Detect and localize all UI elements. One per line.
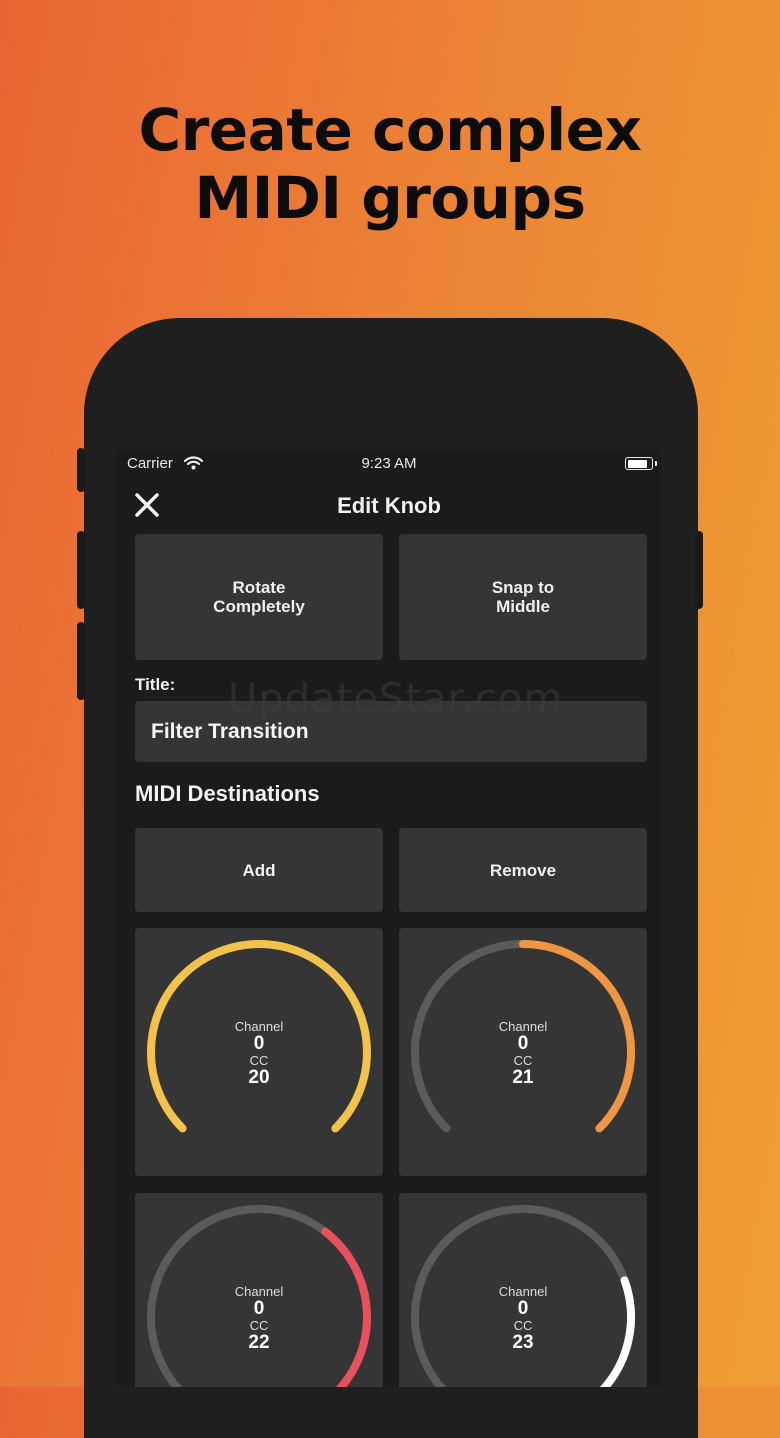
phone-power-button [695,531,703,609]
knob-channel-label: Channel [498,1284,548,1299]
app-screen: Carrier 9:23 AM Edit Knob Rotate Complet… [117,450,661,1387]
promo-headline: Create complex MIDI groups [0,96,780,232]
knob-cc-label: CC [249,1318,269,1333]
battery-icon [625,457,657,470]
knob-cc-value: 23 [512,1332,534,1353]
midi-knob-card[interactable]: Channel 0 CC 23 [399,1193,647,1387]
knob-cc-label: CC [513,1318,533,1333]
remove-destination-button[interactable]: Remove [399,828,647,912]
snap-to-middle-label: Snap to Middle [491,578,555,616]
knob-channel-label: Channel [234,1019,284,1034]
add-label: Add [242,860,276,880]
rotate-completely-label: Rotate Completely [213,578,305,616]
phone-volume-down [77,622,85,700]
page-title: Edit Knob [337,493,441,518]
headline-line-2: MIDI groups [194,164,586,232]
title-field-label: Title: [135,675,176,694]
knob-cc-value: 20 [248,1067,270,1088]
knob-cc-label: CC [513,1053,533,1068]
knob-cc-value: 22 [248,1332,270,1353]
midi-knob-card[interactable]: Channel 0 CC 21 [399,928,647,1176]
midi-destinations-heading: MIDI Destinations [135,781,320,806]
rotate-completely-button[interactable]: Rotate Completely [135,534,383,660]
knob-channel-value: 0 [517,1298,529,1319]
remove-label: Remove [489,860,557,880]
add-destination-button[interactable]: Add [135,828,383,912]
headline-line-1: Create complex [138,96,642,164]
snap-to-middle-button[interactable]: Snap to Middle [399,534,647,660]
knob-cc-value: 21 [512,1067,534,1088]
midi-knob-card[interactable]: Channel 0 CC 20 [135,928,383,1176]
status-time: 9:23 AM [361,455,417,472]
knob-channel-label: Channel [234,1284,284,1299]
knob-channel-value: 0 [253,1298,265,1319]
phone-volume-up [77,531,85,609]
midi-knob-card[interactable]: Channel 0 CC 22 [135,1193,383,1387]
knob-channel-value: 0 [253,1033,265,1054]
phone-silent-switch [77,448,85,492]
status-bar: Carrier 9:23 AM [117,450,661,478]
knob-channel-value: 0 [517,1033,529,1054]
title-input[interactable] [135,701,647,762]
knob-channel-label: Channel [498,1019,548,1034]
knob-cc-label: CC [249,1053,269,1068]
